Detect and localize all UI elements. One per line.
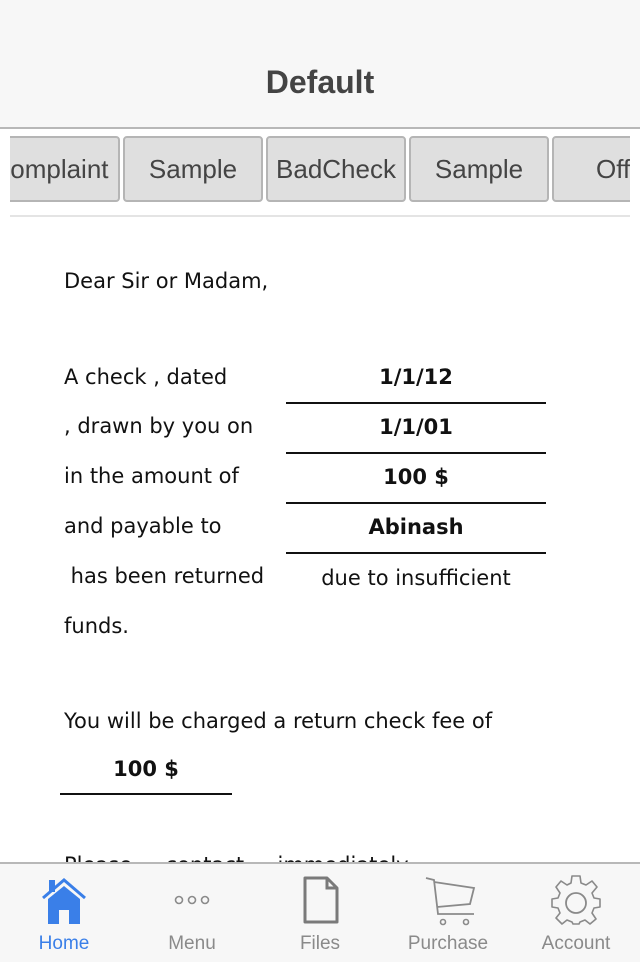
row-label-dated: A check , dated	[64, 365, 228, 389]
greeting: Dear Sir or Madam,	[64, 269, 269, 293]
fee-text: You will be charged a return check fee o…	[64, 709, 493, 733]
tab-label: Purchase	[407, 933, 489, 954]
segment-sample-2[interactable]: Sample	[409, 136, 549, 202]
template-selector[interactable]: ComplaintSampleBadCheckSampleOffer	[10, 129, 630, 217]
amount-field[interactable]: 100 $	[286, 465, 546, 489]
date-field[interactable]: 1/1/12	[286, 365, 546, 389]
payee-field[interactable]: Abinash	[286, 515, 546, 539]
segment-sample[interactable]: Sample	[123, 136, 263, 202]
returned-reason: due to insufficient	[321, 566, 511, 590]
more-icon	[174, 895, 210, 905]
tab-account[interactable]: Account	[512, 864, 640, 962]
tab-label: Menu	[168, 933, 216, 954]
tab-home[interactable]: Home	[0, 864, 128, 962]
returned-label: has been returned	[64, 564, 265, 588]
gear-icon	[551, 875, 601, 925]
segment-offer[interactable]: Offer	[552, 136, 630, 202]
tab-files[interactable]: Files	[256, 864, 384, 962]
segment-complaint[interactable]: Complaint	[10, 136, 120, 202]
tab-label: Home	[38, 933, 90, 954]
row-label-payable: and payable to	[64, 514, 222, 538]
funds-text: funds.	[64, 614, 129, 638]
file-icon	[303, 876, 339, 924]
segment-badcheck[interactable]: BadCheck	[266, 136, 406, 202]
field-underline	[286, 452, 546, 454]
tab-label: Account	[541, 933, 611, 954]
navigation-bar: Default	[0, 0, 640, 129]
field-underline	[286, 552, 546, 554]
page-title: Default	[265, 64, 375, 100]
fee-field[interactable]: 100 $	[60, 757, 232, 781]
row-label-drawn: , drawn by you on	[64, 414, 254, 438]
tab-label: Files	[299, 933, 341, 954]
row-label-amount: in the amount of	[64, 464, 239, 488]
tab-menu[interactable]: Menu	[128, 864, 256, 962]
home-icon	[42, 878, 86, 924]
field-underline	[286, 502, 546, 504]
cart-icon	[425, 877, 476, 926]
drawn-date-field[interactable]: 1/1/01	[286, 415, 546, 439]
letter-document: Dear Sir or Madam, A check , dated 1/1/1…	[0, 217, 640, 863]
field-underline	[60, 793, 232, 795]
tab-bar: Home Menu Files Purchase Account	[0, 862, 640, 962]
field-underline	[286, 402, 546, 404]
tab-purchase[interactable]: Purchase	[384, 864, 512, 962]
